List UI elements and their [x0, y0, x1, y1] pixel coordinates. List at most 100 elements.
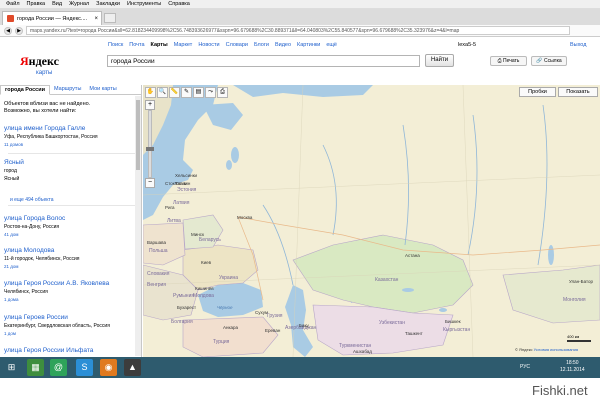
- zoom-in-button[interactable]: +: [145, 100, 155, 110]
- system-clock[interactable]: 18:50 12.11.2014: [560, 360, 585, 374]
- new-tab-button[interactable]: [104, 13, 116, 23]
- menu-bookmarks[interactable]: Закладки: [96, 1, 120, 7]
- skype-icon[interactable]: S: [76, 359, 93, 376]
- list-item[interactable]: улица Города Волос Ростов-на-Дону, Росси…: [4, 215, 136, 237]
- result-title[interactable]: улица имени Города Галле: [4, 125, 136, 132]
- map-canvas[interactable]: Хельсинки Таллин Стокгольм Эстония Латвия Риг…: [143, 85, 600, 357]
- browser-tab[interactable]: города России — Яндекс.... ×: [2, 11, 102, 25]
- map-copyright: © Яндекс Условия использования: [515, 347, 578, 352]
- user-name[interactable]: lexa5-5: [458, 42, 476, 48]
- list-item[interactable]: улица Героя России А.В. Яковлева Челябин…: [4, 280, 136, 302]
- results-sidebar: города России Маршруты Мои карты Объекто…: [0, 85, 142, 357]
- result-address: город: [4, 168, 17, 174]
- map-label-city: Астана: [405, 253, 420, 258]
- layers-icon[interactable]: ▤: [193, 87, 204, 98]
- more-results-link[interactable]: и еще 494 объекта: [10, 197, 54, 203]
- map-label-country: Эстония: [177, 187, 197, 193]
- terms-link[interactable]: Условия использования: [534, 347, 578, 352]
- scrollbar-thumb[interactable]: [136, 100, 140, 170]
- link-icon: 🔗: [536, 58, 544, 64]
- list-item[interactable]: улица Героя России Ильфата: [4, 347, 136, 354]
- map-label-country: Латвия: [173, 200, 190, 206]
- explorer-icon[interactable]: ▦: [27, 359, 44, 376]
- service-search[interactable]: Поиск: [108, 42, 123, 48]
- traffic-button[interactable]: Пробки: [519, 87, 556, 97]
- zoom-control: + −: [145, 100, 155, 190]
- map-label-city: Ташкент: [405, 331, 423, 336]
- ruler-icon[interactable]: 📏: [169, 87, 180, 98]
- maps-sublogo[interactable]: карты: [36, 70, 52, 76]
- pencil-icon[interactable]: ✎: [181, 87, 192, 98]
- yandex-header: Яндекс карты Поиск Почта Карты Маркет Но…: [0, 37, 600, 85]
- menu-file[interactable]: Файл: [6, 1, 20, 7]
- find-button[interactable]: Найти: [425, 54, 454, 67]
- service-mail[interactable]: Почта: [129, 42, 144, 48]
- result-title[interactable]: улица Героев России: [4, 314, 136, 321]
- result-title[interactable]: Ясный: [4, 159, 136, 166]
- result-meta[interactable]: 41 дом: [4, 232, 136, 237]
- zoom-slider[interactable]: [146, 110, 154, 178]
- link-label: Ссылка: [543, 58, 562, 64]
- list-item[interactable]: улица Героев России Екатеринбург, Свердл…: [4, 314, 136, 336]
- map-label-city: Бухарест: [177, 305, 197, 310]
- map-label-country: Монголия: [563, 297, 586, 303]
- menu-tools[interactable]: Инструменты: [127, 1, 161, 7]
- menu-history[interactable]: Журнал: [69, 1, 89, 7]
- yandex-logo[interactable]: Яндекс: [20, 54, 59, 69]
- service-more[interactable]: ещё: [326, 42, 337, 48]
- map-label-country: Молдова: [193, 293, 214, 299]
- result-title[interactable]: улица Героя России А.В. Яковлева: [4, 280, 136, 287]
- result-title[interactable]: улица Героя России Ильфата: [4, 347, 136, 354]
- zoom-out-button[interactable]: −: [145, 178, 155, 188]
- tray-language[interactable]: РУС: [520, 364, 530, 370]
- result-meta[interactable]: 21 дом: [4, 264, 136, 269]
- search-input[interactable]: [107, 55, 420, 67]
- map-label-country: Литва: [167, 218, 181, 224]
- service-video[interactable]: Видео: [275, 42, 291, 48]
- windows-start-icon[interactable]: ⊞: [3, 359, 20, 376]
- result-title[interactable]: улица Города Волос: [4, 215, 136, 222]
- suggestion-line: Возможно, вы хотели найти:: [4, 108, 77, 114]
- menu-edit[interactable]: Правка: [27, 1, 46, 7]
- forward-icon[interactable]: ▶: [15, 26, 23, 35]
- service-images[interactable]: Картинки: [297, 42, 320, 48]
- map-label-country: Казахстан: [375, 277, 399, 283]
- hand-tool-icon[interactable]: ✋: [145, 87, 156, 98]
- magnifier-icon[interactable]: 🔍: [157, 87, 168, 98]
- messenger-icon[interactable]: @: [50, 359, 67, 376]
- tab-search-results[interactable]: города России: [0, 85, 51, 95]
- sidebar-scrollbar[interactable]: [135, 96, 141, 356]
- print-button[interactable]: ⎙ Печать: [490, 56, 527, 66]
- route-icon[interactable]: ⤳: [205, 87, 216, 98]
- print-label: Печать: [503, 58, 520, 64]
- list-item[interactable]: улица имени Города Галле Уфа, Республика…: [4, 125, 136, 147]
- menu-help[interactable]: Справка: [168, 1, 190, 7]
- tab-title: города России — Яндекс....: [17, 15, 88, 22]
- link-button[interactable]: 🔗 Ссылка: [531, 56, 567, 66]
- result-meta[interactable]: 1 дом: [4, 331, 136, 336]
- show-layers-dropdown[interactable]: Показать: [558, 87, 598, 97]
- map-label-city: Варшава: [147, 240, 166, 245]
- app-icon[interactable]: ▲: [124, 359, 141, 376]
- service-dictionaries[interactable]: Словари: [226, 42, 248, 48]
- menu-view[interactable]: Вид: [52, 1, 62, 7]
- tab-my-maps[interactable]: Мои карты: [85, 85, 120, 95]
- list-item[interactable]: улица Молодова 11-й городок, Челябинск, …: [4, 247, 136, 269]
- service-blogs[interactable]: Блоги: [254, 42, 269, 48]
- tab-close-icon[interactable]: ×: [94, 16, 98, 22]
- list-item[interactable]: Ясный город Ясный: [4, 159, 136, 182]
- back-icon[interactable]: ◀: [4, 26, 12, 35]
- service-news[interactable]: Новости: [198, 42, 219, 48]
- result-address: Ростов-на-Дону, Россия: [4, 224, 60, 230]
- tab-routes[interactable]: Маршруты: [50, 85, 85, 95]
- url-field[interactable]: maps.yandex.ru/?text=города России&sll=6…: [26, 26, 570, 35]
- logout-link[interactable]: Выход: [570, 42, 586, 48]
- browser-tab-strip: города России — Яндекс.... ×: [0, 9, 600, 25]
- firefox-icon[interactable]: ◉: [100, 359, 117, 376]
- result-title[interactable]: улица Молодова: [4, 247, 136, 254]
- zoom-slider-knob[interactable]: [146, 147, 154, 151]
- service-market[interactable]: Маркет: [174, 42, 193, 48]
- print-map-icon[interactable]: ⎙: [217, 87, 228, 98]
- result-meta[interactable]: 1 дома: [4, 297, 136, 302]
- result-meta[interactable]: 11 домов: [4, 142, 136, 147]
